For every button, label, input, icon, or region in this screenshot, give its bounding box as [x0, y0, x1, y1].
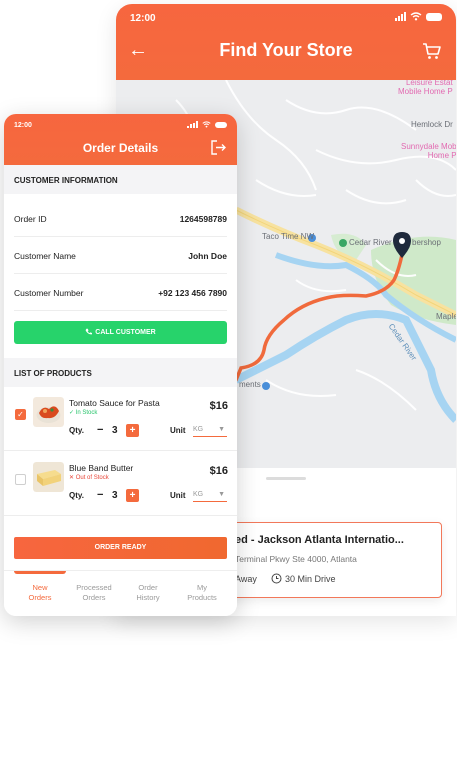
unit-select[interactable]: KG ▼ [193, 423, 227, 437]
nav-processed-orders[interactable]: Processed Orders [65, 583, 123, 603]
status-time: 12:00 [130, 13, 156, 24]
customer-number-row: Customer Number +92 123 456 7890 [14, 274, 227, 311]
qty-plus-button[interactable]: + [126, 489, 139, 502]
qty-label: Qty. [69, 426, 84, 435]
ments-pin-icon [262, 382, 270, 390]
stock-status: ✕ Out of Stock [69, 475, 109, 481]
page-title: Order Details [82, 141, 159, 155]
nav-my-products[interactable]: My Products [173, 583, 231, 603]
customer-section-title: CUSTOMER INFORMATION [4, 165, 237, 194]
qty-value: 3 [112, 490, 118, 501]
customer-name-value: John Doe [188, 251, 227, 261]
clock-icon [271, 573, 282, 584]
battery-icon [426, 12, 442, 21]
products-section-title: LIST OF PRODUCTS [4, 358, 237, 387]
signal-icon [187, 121, 198, 128]
unit-select[interactable]: KG ▼ [193, 488, 227, 502]
page-title: Find Your Store [219, 40, 353, 60]
qty-label: Qty. [69, 491, 84, 500]
caret-down-icon: ▼ [218, 426, 225, 433]
logout-icon[interactable] [211, 140, 227, 155]
qty-minus-button[interactable]: − [97, 489, 103, 501]
qty-minus-button[interactable]: − [97, 424, 103, 436]
map-label-bershop: bershop [412, 238, 441, 247]
order-header: 12:00 Order Details [4, 114, 237, 165]
store-card[interactable]: ed - Jackson Atlanta Internatio... Termi… [224, 522, 442, 598]
order-id-row: Order ID 1264598789 [14, 200, 227, 237]
butter-image [33, 462, 64, 492]
order-id-value: 1264598789 [179, 214, 227, 224]
customer-name-label: Customer Name [14, 251, 76, 261]
signal-icon [395, 12, 406, 21]
cart-icon[interactable] [422, 42, 442, 60]
store-address: Terminal Pkwy Ste 4000, Atlanta [235, 554, 357, 564]
unit-label: Unit [170, 426, 186, 435]
order-ready-button[interactable]: ORDER READY [14, 537, 227, 559]
call-customer-label: CALL CUSTOMER [95, 329, 156, 336]
qty-value: 3 [112, 425, 118, 436]
store-distance: Away [235, 574, 257, 584]
product-checkbox[interactable] [15, 474, 26, 485]
status-icons [187, 121, 227, 128]
customer-number-label: Customer Number [14, 288, 84, 298]
caret-down-icon: ▼ [218, 491, 225, 498]
map-label-maple: Maple [436, 312, 456, 321]
product-checkbox[interactable]: ✓ [15, 409, 26, 420]
product-price: $16 [209, 400, 228, 412]
sheet-handle[interactable] [266, 477, 306, 480]
map-label-ments: ments [239, 380, 261, 389]
stock-status: ✓ In Stock [69, 410, 98, 416]
tomato-sauce-image [33, 397, 64, 427]
store-drive-time: 30 Min Drive [285, 574, 336, 584]
nav-order-history[interactable]: Order History [119, 583, 177, 603]
product-row: Blue Band Butter ✕ Out of Stock $16 Qty.… [4, 452, 237, 516]
customer-number-value: +92 123 456 7890 [158, 288, 227, 298]
product-row: ✓ Tomato Sauce for Pasta ✓ In Stock $16 … [4, 387, 237, 451]
store-header: 12:00 ← Find Your Store [116, 4, 456, 80]
phone-icon [85, 328, 93, 335]
store-name: ed - Jackson Atlanta Internatio... [235, 534, 404, 546]
call-customer-button[interactable]: CALL CUSTOMER [14, 321, 227, 344]
battery-icon [215, 121, 227, 128]
unit-label: Unit [170, 491, 186, 500]
map-label-taco: Taco Time NW [262, 232, 315, 241]
product-name: Tomato Sauce for Pasta [69, 398, 160, 408]
bottom-nav: New Orders Processed Orders Order Histor… [4, 570, 237, 616]
wifi-icon [410, 12, 422, 21]
wifi-icon [202, 121, 211, 128]
order-details-screen: 12:00 Order Details CUSTOMER INFORMATION… [4, 114, 237, 616]
customer-name-row: Customer Name John Doe [14, 237, 227, 274]
status-icons [395, 12, 442, 21]
nav-new-orders[interactable]: New Orders [11, 583, 69, 603]
qty-plus-button[interactable]: + [126, 424, 139, 437]
status-time: 12:00 [14, 122, 32, 129]
order-id-label: Order ID [14, 214, 47, 224]
product-price: $16 [209, 465, 228, 477]
map-label-sunnydale: Sunnydale Mob Home P [401, 142, 456, 160]
nav-active-indicator [14, 571, 66, 574]
cedar-pin-icon [339, 239, 347, 247]
product-name: Blue Band Butter [69, 463, 134, 473]
map-label-hemlock: Hemlock Dr [411, 120, 453, 129]
map-label-leisure: Leisure Estat Mobile Home P [398, 80, 453, 96]
map-label-cedar: Cedar River [349, 238, 392, 247]
